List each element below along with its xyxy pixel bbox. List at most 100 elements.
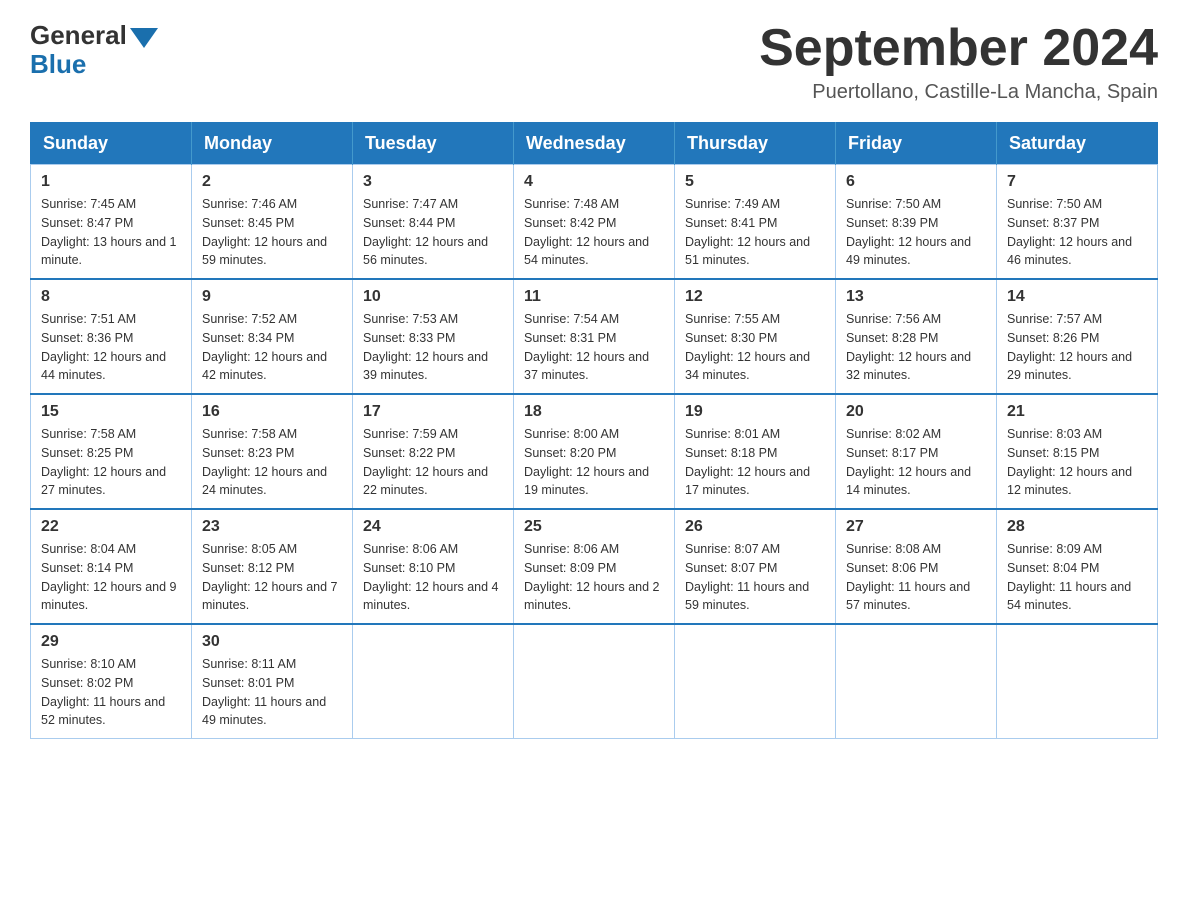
day-info: Sunrise: 7:48 AM Sunset: 8:42 PM Dayligh… (524, 195, 664, 270)
header-friday: Friday (836, 123, 997, 165)
calendar-cell: 10 Sunrise: 7:53 AM Sunset: 8:33 PM Dayl… (353, 279, 514, 394)
day-info: Sunrise: 8:03 AM Sunset: 8:15 PM Dayligh… (1007, 425, 1147, 500)
location: Puertollano, Castille-La Mancha, Spain (759, 81, 1158, 104)
header-thursday: Thursday (675, 123, 836, 165)
calendar-cell: 27 Sunrise: 8:08 AM Sunset: 8:06 PM Dayl… (836, 509, 997, 624)
day-info: Sunrise: 7:50 AM Sunset: 8:37 PM Dayligh… (1007, 195, 1147, 270)
calendar-cell: 19 Sunrise: 8:01 AM Sunset: 8:18 PM Dayl… (675, 394, 836, 509)
day-info: Sunrise: 7:50 AM Sunset: 8:39 PM Dayligh… (846, 195, 986, 270)
calendar-cell (836, 624, 997, 739)
day-number: 21 (1007, 403, 1147, 421)
day-info: Sunrise: 7:49 AM Sunset: 8:41 PM Dayligh… (685, 195, 825, 270)
day-number: 11 (524, 288, 664, 306)
day-info: Sunrise: 8:04 AM Sunset: 8:14 PM Dayligh… (41, 540, 181, 615)
day-number: 6 (846, 173, 986, 191)
day-info: Sunrise: 7:59 AM Sunset: 8:22 PM Dayligh… (363, 425, 503, 500)
day-info: Sunrise: 7:52 AM Sunset: 8:34 PM Dayligh… (202, 310, 342, 385)
day-info: Sunrise: 8:07 AM Sunset: 8:07 PM Dayligh… (685, 540, 825, 615)
calendar-cell: 8 Sunrise: 7:51 AM Sunset: 8:36 PM Dayli… (31, 279, 192, 394)
day-number: 17 (363, 403, 503, 421)
calendar-cell: 3 Sunrise: 7:47 AM Sunset: 8:44 PM Dayli… (353, 165, 514, 280)
month-title: September 2024 (759, 20, 1158, 77)
day-number: 13 (846, 288, 986, 306)
calendar-cell: 28 Sunrise: 8:09 AM Sunset: 8:04 PM Dayl… (997, 509, 1158, 624)
day-info: Sunrise: 7:55 AM Sunset: 8:30 PM Dayligh… (685, 310, 825, 385)
calendar-cell: 6 Sunrise: 7:50 AM Sunset: 8:39 PM Dayli… (836, 165, 997, 280)
day-number: 24 (363, 518, 503, 536)
day-info: Sunrise: 7:57 AM Sunset: 8:26 PM Dayligh… (1007, 310, 1147, 385)
day-number: 19 (685, 403, 825, 421)
calendar-cell: 5 Sunrise: 7:49 AM Sunset: 8:41 PM Dayli… (675, 165, 836, 280)
day-info: Sunrise: 8:08 AM Sunset: 8:06 PM Dayligh… (846, 540, 986, 615)
day-number: 25 (524, 518, 664, 536)
day-number: 8 (41, 288, 181, 306)
day-info: Sunrise: 8:00 AM Sunset: 8:20 PM Dayligh… (524, 425, 664, 500)
calendar-cell: 2 Sunrise: 7:46 AM Sunset: 8:45 PM Dayli… (192, 165, 353, 280)
day-number: 22 (41, 518, 181, 536)
day-info: Sunrise: 7:58 AM Sunset: 8:25 PM Dayligh… (41, 425, 181, 500)
title-section: September 2024 Puertollano, Castille-La … (759, 20, 1158, 104)
calendar-cell: 16 Sunrise: 7:58 AM Sunset: 8:23 PM Dayl… (192, 394, 353, 509)
calendar-cell (353, 624, 514, 739)
day-info: Sunrise: 8:01 AM Sunset: 8:18 PM Dayligh… (685, 425, 825, 500)
logo: General Blue (30, 20, 158, 80)
calendar-cell: 30 Sunrise: 8:11 AM Sunset: 8:01 PM Dayl… (192, 624, 353, 739)
day-number: 5 (685, 173, 825, 191)
day-info: Sunrise: 8:06 AM Sunset: 8:09 PM Dayligh… (524, 540, 664, 615)
day-number: 2 (202, 173, 342, 191)
calendar-cell: 17 Sunrise: 7:59 AM Sunset: 8:22 PM Dayl… (353, 394, 514, 509)
day-info: Sunrise: 8:06 AM Sunset: 8:10 PM Dayligh… (363, 540, 503, 615)
calendar-cell: 1 Sunrise: 7:45 AM Sunset: 8:47 PM Dayli… (31, 165, 192, 280)
day-number: 28 (1007, 518, 1147, 536)
header-wednesday: Wednesday (514, 123, 675, 165)
day-info: Sunrise: 8:09 AM Sunset: 8:04 PM Dayligh… (1007, 540, 1147, 615)
calendar-cell: 15 Sunrise: 7:58 AM Sunset: 8:25 PM Dayl… (31, 394, 192, 509)
day-info: Sunrise: 7:58 AM Sunset: 8:23 PM Dayligh… (202, 425, 342, 500)
page-header: General Blue September 2024 Puertollano,… (30, 20, 1158, 104)
day-info: Sunrise: 8:02 AM Sunset: 8:17 PM Dayligh… (846, 425, 986, 500)
day-info: Sunrise: 7:56 AM Sunset: 8:28 PM Dayligh… (846, 310, 986, 385)
header-saturday: Saturday (997, 123, 1158, 165)
calendar-cell: 7 Sunrise: 7:50 AM Sunset: 8:37 PM Dayli… (997, 165, 1158, 280)
calendar-cell: 20 Sunrise: 8:02 AM Sunset: 8:17 PM Dayl… (836, 394, 997, 509)
logo-text-general: General (30, 20, 127, 51)
calendar-cell: 4 Sunrise: 7:48 AM Sunset: 8:42 PM Dayli… (514, 165, 675, 280)
day-number: 3 (363, 173, 503, 191)
day-info: Sunrise: 7:47 AM Sunset: 8:44 PM Dayligh… (363, 195, 503, 270)
day-number: 27 (846, 518, 986, 536)
day-number: 14 (1007, 288, 1147, 306)
day-info: Sunrise: 7:45 AM Sunset: 8:47 PM Dayligh… (41, 195, 181, 270)
day-number: 1 (41, 173, 181, 191)
header-tuesday: Tuesday (353, 123, 514, 165)
day-number: 30 (202, 633, 342, 651)
day-number: 16 (202, 403, 342, 421)
day-number: 9 (202, 288, 342, 306)
day-info: Sunrise: 8:05 AM Sunset: 8:12 PM Dayligh… (202, 540, 342, 615)
day-info: Sunrise: 8:10 AM Sunset: 8:02 PM Dayligh… (41, 655, 181, 730)
week-row-2: 8 Sunrise: 7:51 AM Sunset: 8:36 PM Dayli… (31, 279, 1158, 394)
day-number: 26 (685, 518, 825, 536)
calendar-cell: 26 Sunrise: 8:07 AM Sunset: 8:07 PM Dayl… (675, 509, 836, 624)
header-sunday: Sunday (31, 123, 192, 165)
day-number: 18 (524, 403, 664, 421)
calendar-cell: 11 Sunrise: 7:54 AM Sunset: 8:31 PM Dayl… (514, 279, 675, 394)
day-number: 4 (524, 173, 664, 191)
logo-arrow-icon (130, 28, 158, 48)
calendar-cell: 22 Sunrise: 8:04 AM Sunset: 8:14 PM Dayl… (31, 509, 192, 624)
calendar-cell (997, 624, 1158, 739)
week-row-5: 29 Sunrise: 8:10 AM Sunset: 8:02 PM Dayl… (31, 624, 1158, 739)
day-info: Sunrise: 8:11 AM Sunset: 8:01 PM Dayligh… (202, 655, 342, 730)
week-row-1: 1 Sunrise: 7:45 AM Sunset: 8:47 PM Dayli… (31, 165, 1158, 280)
week-row-4: 22 Sunrise: 8:04 AM Sunset: 8:14 PM Dayl… (31, 509, 1158, 624)
calendar-cell: 24 Sunrise: 8:06 AM Sunset: 8:10 PM Dayl… (353, 509, 514, 624)
calendar-cell (514, 624, 675, 739)
day-number: 23 (202, 518, 342, 536)
header-row: SundayMondayTuesdayWednesdayThursdayFrid… (31, 123, 1158, 165)
week-row-3: 15 Sunrise: 7:58 AM Sunset: 8:25 PM Dayl… (31, 394, 1158, 509)
day-info: Sunrise: 7:54 AM Sunset: 8:31 PM Dayligh… (524, 310, 664, 385)
calendar-table: SundayMondayTuesdayWednesdayThursdayFrid… (30, 122, 1158, 739)
calendar-cell: 25 Sunrise: 8:06 AM Sunset: 8:09 PM Dayl… (514, 509, 675, 624)
day-info: Sunrise: 7:53 AM Sunset: 8:33 PM Dayligh… (363, 310, 503, 385)
calendar-cell: 23 Sunrise: 8:05 AM Sunset: 8:12 PM Dayl… (192, 509, 353, 624)
day-number: 20 (846, 403, 986, 421)
